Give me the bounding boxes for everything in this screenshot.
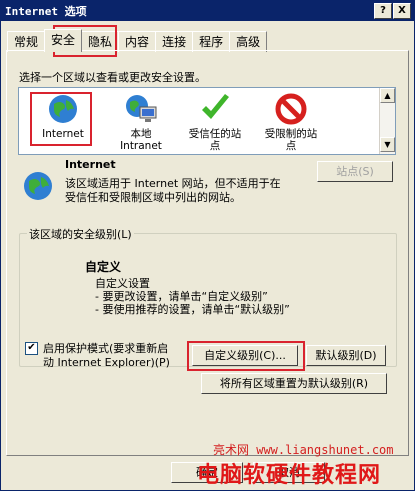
protected-mode-checkbox[interactable]: ✔ bbox=[25, 342, 38, 355]
tab-strip: 常规 安全 隐私 内容 连接 程序 高级 bbox=[7, 29, 268, 52]
blocked-icon bbox=[274, 92, 308, 126]
tab-content[interactable]: 内容 bbox=[118, 31, 157, 52]
zone-restricted-label: 受限制的站 点 bbox=[264, 128, 318, 152]
internet-options-dialog: Internet 选项 ? X 常规 安全 隐私 内容 连接 程序 高级 选择一… bbox=[0, 0, 415, 491]
tab-general[interactable]: 常规 bbox=[7, 31, 46, 52]
zone-instruction: 选择一个区域以查看或更改安全设置。 bbox=[19, 71, 206, 84]
intranet-icon bbox=[124, 92, 158, 126]
zone-intranet[interactable]: 本地 Intranet bbox=[105, 92, 177, 152]
default-level-button[interactable]: 默认级别(D) bbox=[306, 345, 386, 366]
watermark-site: 亮术网 www.liangshunet.com bbox=[213, 443, 394, 457]
protected-mode-label: 启用保护模式(要求重新启 动 Internet Explorer)(P) bbox=[43, 342, 170, 369]
tab-programs[interactable]: 程序 bbox=[192, 31, 231, 52]
zone-restricted[interactable]: 受限制的站 点 bbox=[255, 92, 327, 152]
window-title: Internet 选项 bbox=[5, 5, 87, 18]
tab-security[interactable]: 安全 bbox=[44, 29, 83, 52]
help-button[interactable]: ? bbox=[374, 3, 392, 19]
zone-name: Internet bbox=[65, 158, 116, 171]
check-icon bbox=[198, 92, 232, 126]
zone-description: 该区域适用于 Internet 网站，但不适用于在 受信任和受限制区域中列出的网… bbox=[65, 177, 281, 204]
scroll-down-arrow-icon[interactable]: ▼ bbox=[380, 137, 395, 152]
security-level-title: 自定义 bbox=[85, 260, 122, 274]
scroll-up-arrow-icon[interactable]: ▲ bbox=[380, 88, 395, 103]
watermark-text: 电脑软硬件教程网 bbox=[197, 463, 382, 488]
level-line-3: - 要使用推荐的设置，请单击“默认级别” bbox=[95, 303, 290, 316]
zone-trusted-label: 受信任的站 点 bbox=[188, 128, 242, 152]
tab-connections[interactable]: 连接 bbox=[155, 31, 194, 52]
sites-button[interactable]: 站点(S) bbox=[317, 161, 393, 182]
title-bar: Internet 选项 ? X bbox=[1, 1, 414, 21]
internet-zone-highlight bbox=[30, 92, 92, 146]
zone-trusted[interactable]: 受信任的站 点 bbox=[179, 92, 251, 152]
custom-level-highlight bbox=[187, 341, 305, 371]
security-level-label: 该区域的安全级别(L) bbox=[27, 226, 134, 242]
zone-intranet-label: 本地 Intranet bbox=[120, 128, 162, 152]
close-button[interactable]: X bbox=[393, 3, 411, 19]
tab-advanced[interactable]: 高级 bbox=[229, 31, 268, 52]
selected-zone-globe-icon bbox=[21, 169, 55, 203]
zone-list-scrollbar[interactable]: ▲ ▼ bbox=[379, 88, 395, 154]
reset-all-zones-button[interactable]: 将所有区域重置为默认级别(R) bbox=[201, 373, 387, 394]
